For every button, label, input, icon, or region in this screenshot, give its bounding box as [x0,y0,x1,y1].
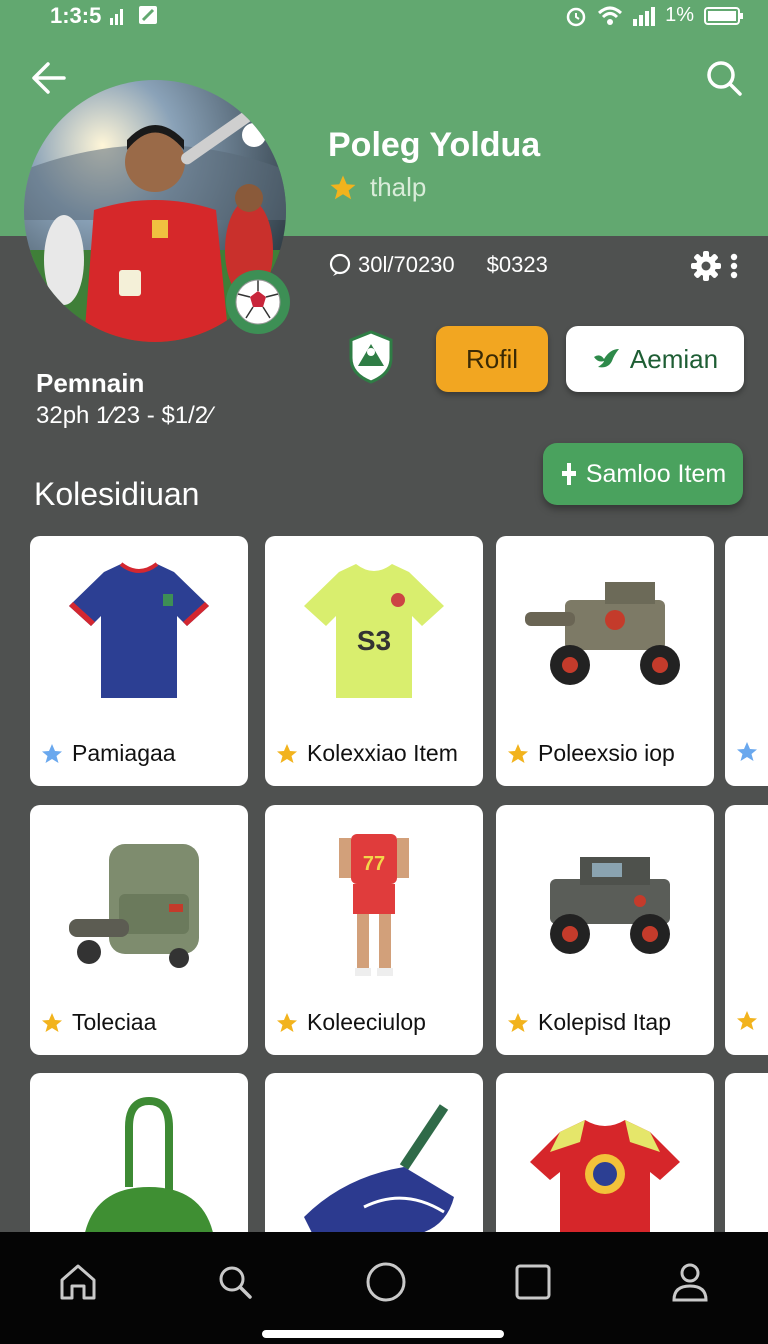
status-bar: 1:3:5 1% [0,0,768,30]
follow-label: Aemian [629,343,719,374]
cell-signal-icon [633,6,656,26]
gear-icon [691,251,721,281]
star-icon [277,743,297,763]
chat-bubble-icon [329,253,351,276]
stat-value: $0323 [486,252,548,277]
card-label: Kolexxiao Item [307,740,458,766]
star-icon [737,1011,757,1030]
search-button[interactable] [702,56,746,100]
alarm-icon [566,7,586,26]
red-shirt-icon [530,1120,680,1232]
card-label: Poleexsio iop [538,740,675,766]
collection-card[interactable]: Kolepisd Itap [496,805,714,1055]
player-role: Pemnain [36,368,145,398]
star-icon [508,743,528,763]
backpack-icon [69,844,199,968]
nav-circle-button[interactable] [356,1252,416,1312]
more-vertical-icon [730,253,738,279]
cannon-vehicle-icon [525,582,680,685]
rating-label: thalp [370,172,427,202]
profile-name: Poleg Yoldua [328,126,541,164]
club-logo [348,330,394,384]
football-badge [226,270,290,334]
profil-button[interactable]: Rofil [436,326,548,392]
stats-row: 30l/70230 $0323 [328,252,548,278]
signal-icon [110,9,123,25]
card-label: Pamiagaa [72,740,176,766]
nav-square-button[interactable] [503,1252,563,1312]
circle-icon [366,1262,406,1302]
search-icon [219,1266,252,1299]
shield-crest-icon [349,330,393,384]
back-button[interactable] [28,56,72,100]
add-item-label: Samloo Item [585,459,727,488]
bird-icon [593,349,619,368]
follow-button[interactable]: Aemian [566,326,744,392]
player-info: 32ph 1⁄23 - $1/2⁄ [36,402,213,429]
collection-card[interactable] [265,1073,483,1232]
collection-card[interactable]: Toleciaa [30,805,248,1055]
player-figure-icon: 77 [339,834,409,976]
add-item-button[interactable]: Samloo Item [543,443,743,505]
nav-home-button[interactable] [48,1252,108,1312]
collection-card[interactable]: Poleexsio iop [496,536,714,786]
collection-card[interactable] [30,1073,248,1232]
nav-search-button[interactable] [205,1252,265,1312]
card-label: Toleciaa [72,1009,157,1035]
collection-card[interactable]: Pamiagaa [30,536,248,786]
jeep-icon [550,857,670,954]
collection-card[interactable] [725,805,768,1055]
nav-profile-button[interactable] [660,1252,720,1312]
card-label: Koleeciulop [307,1009,426,1035]
more-options-button[interactable] [728,252,740,280]
star-icon [42,743,62,763]
square-icon [515,1264,551,1300]
green-bag-icon [85,1097,213,1232]
football-icon [235,279,281,325]
jersey-yellow-icon: S3 [304,564,444,698]
collection-card[interactable]: 77 Koleeciulop [265,805,483,1055]
collection-card[interactable]: S3 Kolexxiao Item [265,536,483,786]
profile-icon [672,1263,708,1302]
home-icon [60,1264,96,1300]
section-title: Kolesidiuan [34,476,200,512]
stat-followers: 30l/70230 [358,252,455,277]
status-time: 1:3:5 [50,3,102,28]
arrow-left-icon [32,62,66,94]
battery-percent: 1% [665,4,694,26]
wifi-icon [598,6,623,25]
search-icon [707,61,742,96]
app-notification-icon [139,6,157,24]
blue-bag-icon [304,1104,454,1232]
star-icon [508,1012,528,1032]
card-label: Kolepisd Itap [538,1009,671,1035]
settings-button[interactable] [690,250,724,282]
svg-text:77: 77 [363,853,385,875]
jersey-blue-icon [69,562,209,698]
star-icon [737,742,757,761]
battery-icon [704,6,743,25]
rating-row: thalp [328,172,426,203]
collection-card[interactable] [725,536,768,786]
star-icon [42,1012,62,1032]
star-icon [330,175,356,199]
collection-card[interactable] [725,1073,768,1232]
collection-grid: Pamiagaa S3 Kolexxiao Item Poleexsio iop [0,536,768,1232]
collection-card[interactable] [496,1073,714,1232]
bottom-nav [0,1232,768,1344]
svg-text:S3: S3 [357,625,391,656]
star-icon [277,1012,297,1032]
home-indicator[interactable] [262,1330,504,1338]
plus-icon [561,463,576,485]
